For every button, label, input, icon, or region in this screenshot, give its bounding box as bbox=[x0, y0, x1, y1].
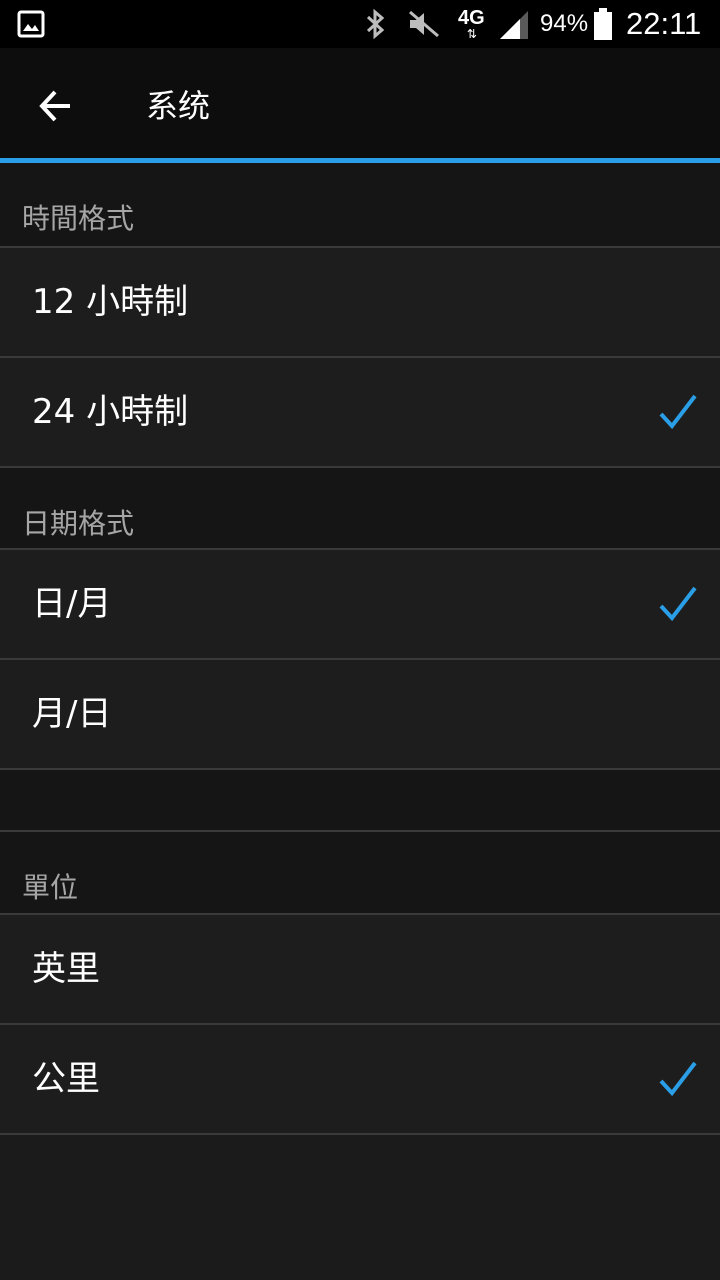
arrow-left-icon bbox=[39, 90, 70, 122]
option-label: 24 小時制 bbox=[32, 392, 189, 432]
option-12-hour[interactable]: 12 小時制 bbox=[0, 248, 720, 356]
signal-icon bbox=[496, 0, 532, 48]
checkmark-icon bbox=[659, 1061, 697, 1097]
option-label: 月/日 bbox=[32, 694, 112, 734]
bluetooth-icon bbox=[360, 0, 390, 48]
section-label: 時間格式 bbox=[22, 202, 135, 235]
gallery-icon bbox=[16, 0, 46, 48]
section-header-units: 單位 bbox=[0, 832, 720, 913]
network-label: 4G bbox=[458, 7, 485, 29]
section-spacer bbox=[0, 770, 720, 830]
option-miles[interactable]: 英里 bbox=[0, 915, 720, 1023]
option-label: 英里 bbox=[32, 949, 100, 989]
battery-percent: 94% bbox=[540, 10, 589, 37]
page-title: 系统 bbox=[146, 87, 211, 125]
option-month-day[interactable]: 月/日 bbox=[0, 660, 720, 768]
option-label: 公里 bbox=[32, 1059, 100, 1099]
section-header-time-format: 時間格式 bbox=[0, 163, 720, 247]
option-24-hour[interactable]: 24 小時制 bbox=[0, 358, 720, 466]
app-bar bbox=[0, 48, 720, 158]
battery-icon bbox=[592, 0, 614, 48]
divider bbox=[0, 1133, 720, 1135]
option-day-month[interactable]: 日/月 bbox=[0, 550, 720, 658]
option-label: 日/月 bbox=[32, 584, 112, 624]
section-header-date-format: 日期格式 bbox=[0, 468, 720, 548]
checkmark-icon bbox=[659, 586, 697, 622]
4g-icon: 4G ⇅ bbox=[458, 7, 485, 41]
option-kilometers[interactable]: 公里 bbox=[0, 1025, 720, 1133]
status-bar: 4G ⇅ 94% 22:11 bbox=[0, 0, 720, 48]
checkmark-icon bbox=[659, 394, 697, 430]
option-label: 12 小時制 bbox=[32, 282, 189, 322]
mute-icon bbox=[406, 0, 442, 48]
section-label: 日期格式 bbox=[22, 507, 135, 540]
empty-area bbox=[0, 1136, 720, 1280]
back-button[interactable] bbox=[30, 80, 82, 132]
section-label: 單位 bbox=[22, 871, 79, 904]
clock: 22:11 bbox=[626, 6, 702, 41]
